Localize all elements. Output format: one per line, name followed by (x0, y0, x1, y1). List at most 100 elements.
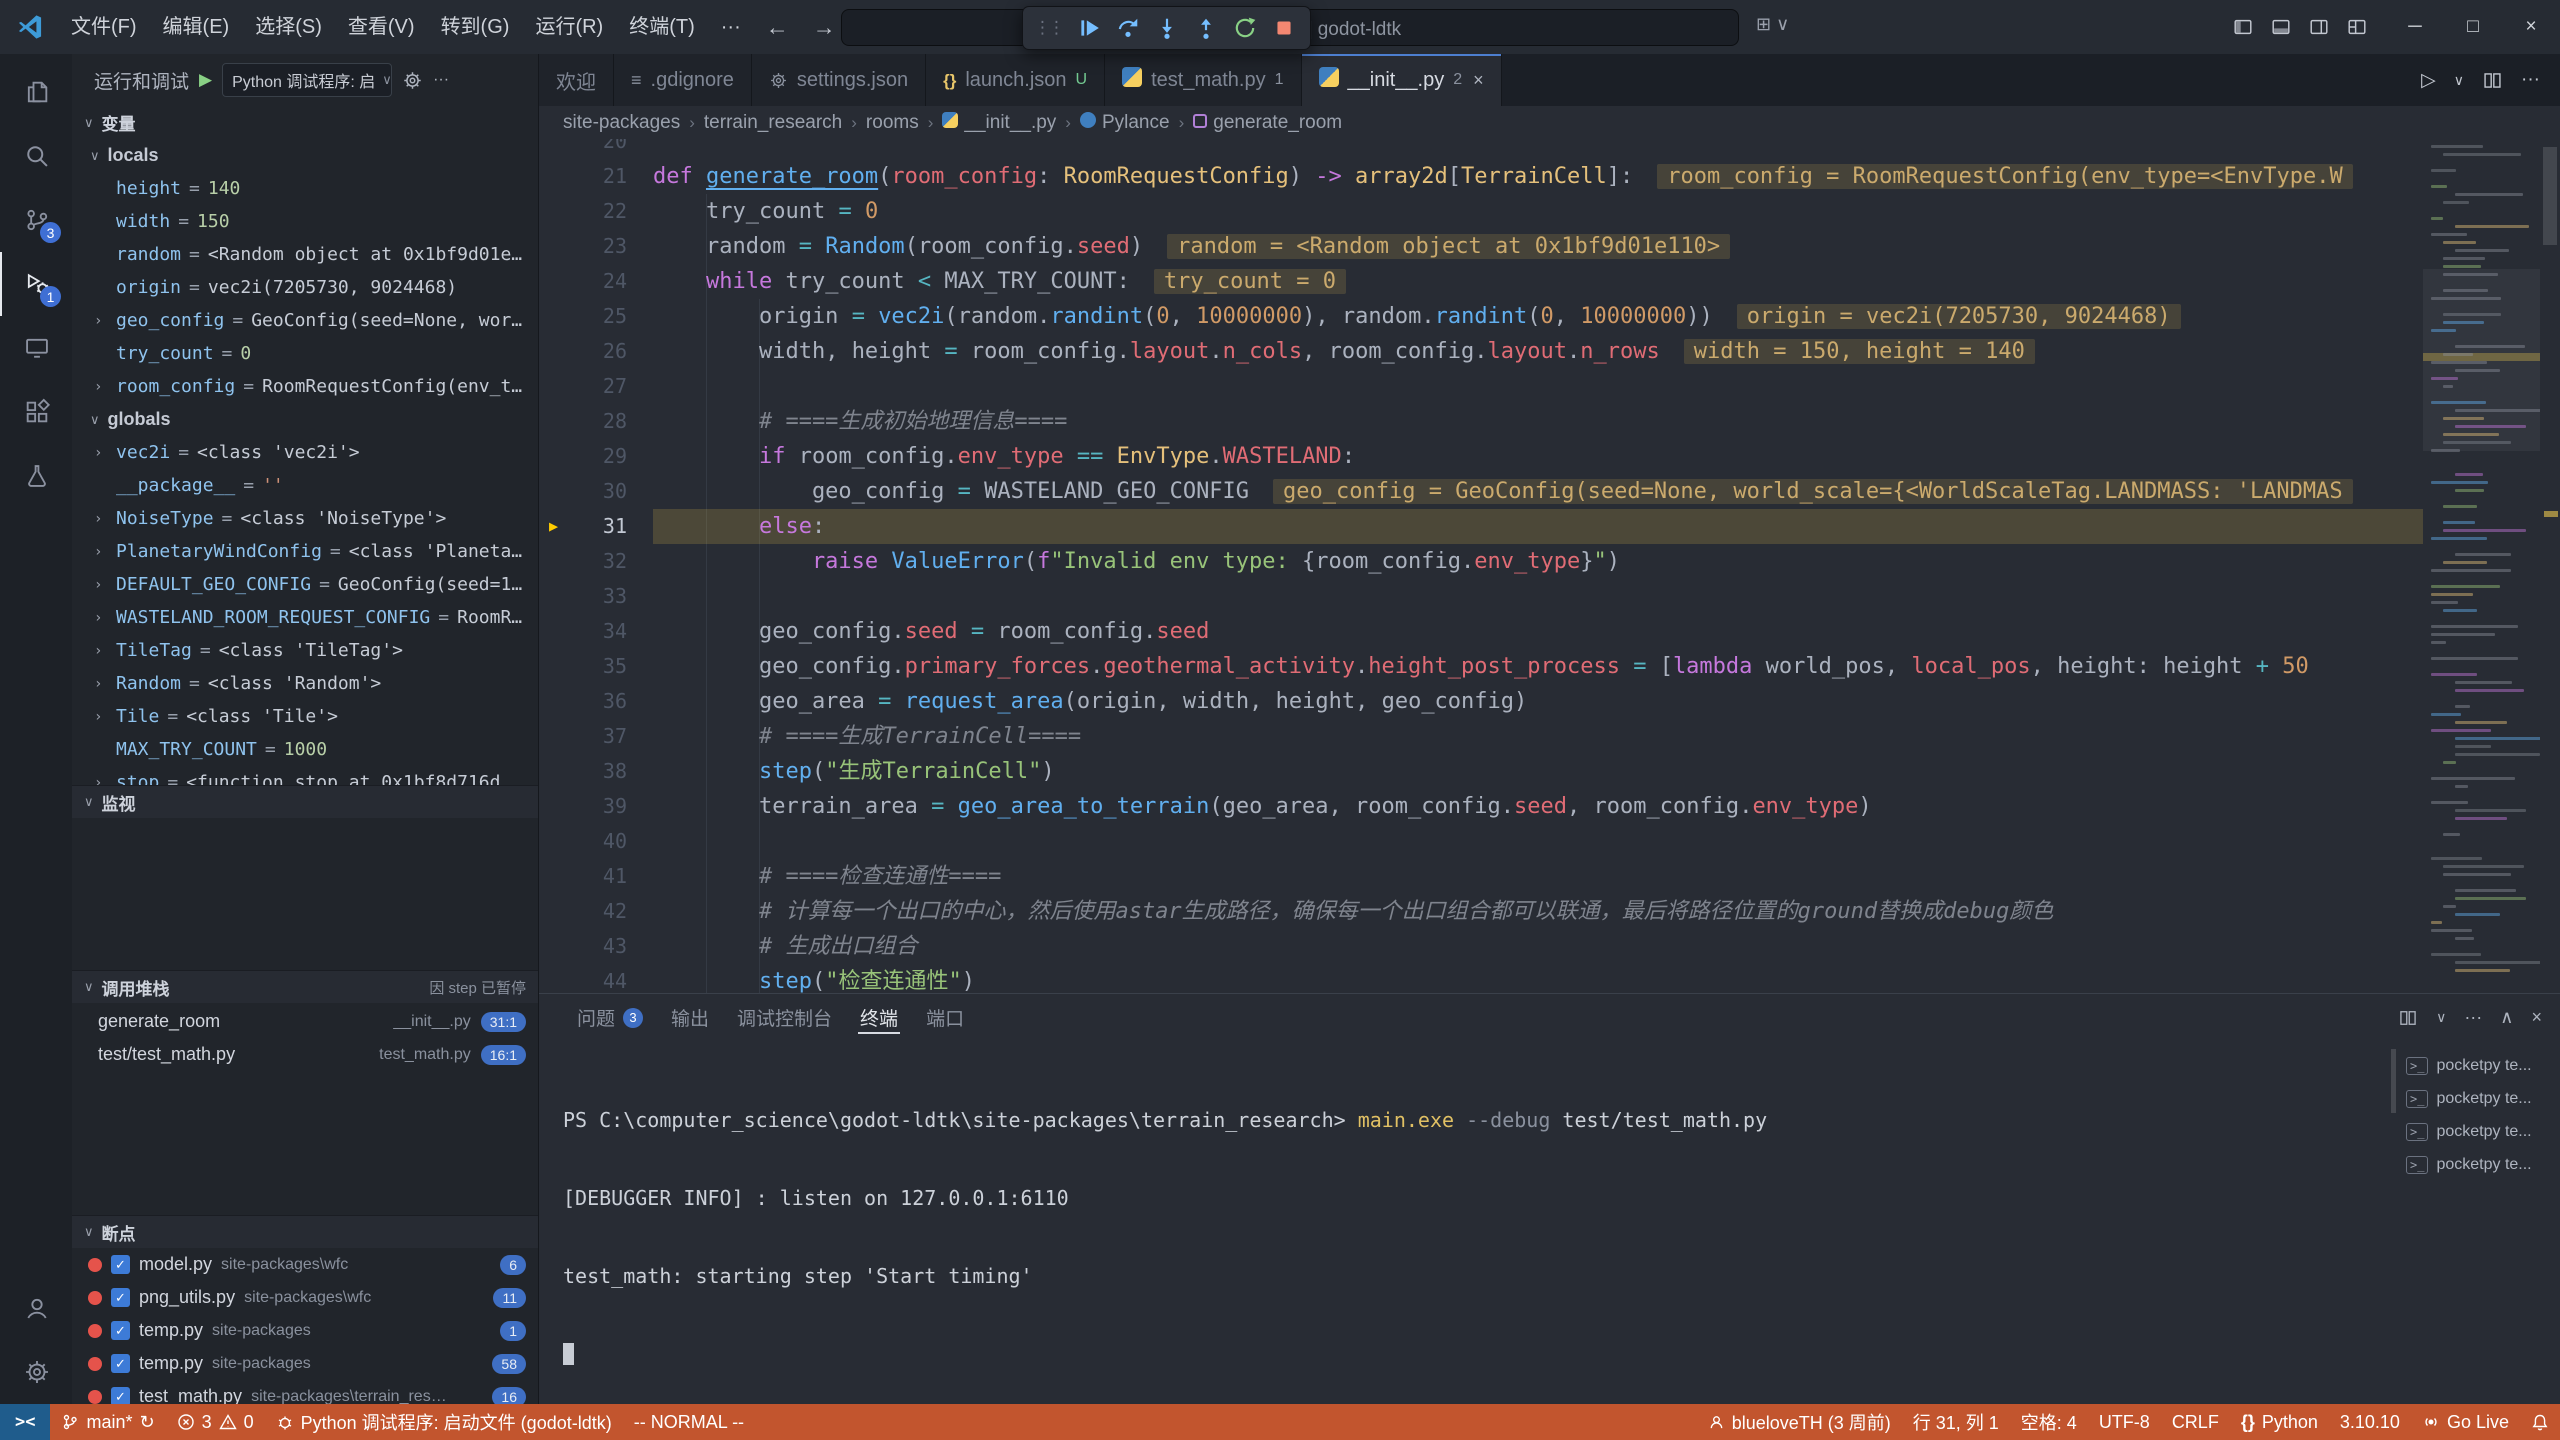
terminal[interactable]: PS C:\computer_science\godot-ldtk\site-p… (539, 1041, 2388, 1404)
breakpoint-row[interactable]: ✓temp.pysite-packages58 (72, 1347, 538, 1380)
section-variables[interactable]: ∨ 变量 (72, 106, 538, 139)
more-actions-icon[interactable]: ··· (433, 71, 449, 89)
step-into-button[interactable] (1149, 11, 1184, 46)
git-branch[interactable]: main* ↻ (50, 1404, 165, 1440)
testing-icon[interactable] (0, 444, 72, 508)
stack-frame[interactable]: generate_room__init__.py31:1 (72, 1005, 538, 1038)
breakpoint-row[interactable]: ✓temp.pysite-packages1 (72, 1314, 538, 1347)
watch-body[interactable] (72, 818, 538, 970)
variable-row[interactable]: ›WASTELAND_ROOM_REQUEST_CONFIG=RoomR… (72, 601, 538, 634)
customize-layout-icon[interactable] (2346, 16, 2368, 38)
toggle-sidebar-icon[interactable] (2232, 16, 2254, 38)
extensions-icon[interactable] (0, 380, 72, 444)
breadcrumb-item[interactable]: rooms (866, 112, 919, 134)
line-number[interactable]: 42 (539, 894, 653, 929)
drag-handle-icon[interactable]: ⋮⋮ (1032, 18, 1067, 38)
menu-item[interactable]: 文件(F) (58, 9, 150, 45)
breakpoint-row[interactable]: ✓test_math.pysite-packages\terrain_res…1… (72, 1380, 538, 1404)
restart-button[interactable] (1227, 11, 1262, 46)
code-line[interactable]: 28 # ====生成初始地理信息==== (539, 404, 2423, 439)
line-number[interactable]: 20 (539, 139, 653, 159)
notifications[interactable] (2520, 1404, 2560, 1440)
line-number[interactable]: 29 (539, 439, 653, 474)
line-number[interactable]: 31▶ (539, 509, 653, 544)
start-debug-icon[interactable]: ▶ (199, 70, 212, 90)
maximize-button[interactable]: □ (2444, 0, 2502, 54)
line-number[interactable]: 44 (539, 964, 653, 993)
section-call-stack[interactable]: ∨ 调用堆栈 因 step 已暂停 (72, 970, 538, 1003)
close-button[interactable]: × (2502, 0, 2560, 54)
explorer-icon[interactable] (0, 60, 72, 124)
toggle-secondary-sidebar-icon[interactable] (2308, 16, 2330, 38)
breadcrumb-item[interactable]: site-packages (563, 112, 680, 134)
terminal-tab[interactable]: >_pocketpy te... (2400, 1082, 2560, 1115)
remote-explorer-icon[interactable] (0, 316, 72, 380)
code-line[interactable]: 20 (539, 139, 2423, 159)
eol-sequence[interactable]: CRLF (2161, 1404, 2230, 1440)
toggle-panel-icon[interactable] (2270, 16, 2292, 38)
variable-row[interactable]: ›Tile=<class 'Tile'> (72, 700, 538, 733)
line-number[interactable]: 43 (539, 929, 653, 964)
more-actions-icon[interactable]: ··· (2521, 69, 2540, 91)
terminal-tab[interactable]: >_pocketpy te... (2400, 1148, 2560, 1181)
menu-item[interactable]: ··· (708, 9, 754, 45)
debug-config-dropdown[interactable]: Python 调试程序: 启 ∨ (222, 63, 392, 97)
more-actions-icon[interactable]: ··· (2464, 1007, 2482, 1028)
code-line[interactable]: 43 # 生成出口组合 (539, 929, 2423, 964)
python-version[interactable]: 3.10.10 (2329, 1404, 2411, 1440)
source-control-icon[interactable]: 3 (0, 188, 72, 252)
line-number[interactable]: 32 (539, 544, 653, 579)
indentation[interactable]: 空格: 4 (2010, 1404, 2088, 1440)
breadcrumb-item[interactable]: Pylance (1080, 112, 1170, 134)
code-line[interactable]: 26 width, height = room_config.layout.n_… (539, 334, 2423, 369)
line-number[interactable]: 34 (539, 614, 653, 649)
panel-tab-输出[interactable]: 输出 (657, 994, 723, 1041)
variable-row[interactable]: height=140 (72, 172, 538, 205)
line-number[interactable]: 38 (539, 754, 653, 789)
code-line[interactable]: 40 (539, 824, 2423, 859)
breakpoint-checkbox[interactable]: ✓ (111, 1288, 130, 1307)
variable-row[interactable]: random=<Random object at 0x1bf9d01e… (72, 238, 538, 271)
problems-status[interactable]: 3 0 (166, 1404, 265, 1440)
tab-test-math-py[interactable]: test_math.py1 (1105, 54, 1301, 106)
remote-indicator[interactable]: >< (0, 1404, 50, 1440)
git-blame[interactable]: blueloveTH (3 周前) (1697, 1404, 1902, 1440)
tab-launch-json[interactable]: {}launch.jsonU (926, 54, 1105, 106)
panel-tab-终端[interactable]: 终端 (846, 994, 912, 1041)
line-number[interactable]: 21 (539, 159, 653, 194)
line-number[interactable]: 23 (539, 229, 653, 264)
line-number[interactable]: 25 (539, 299, 653, 334)
tab-welcome[interactable]: 欢迎 (539, 54, 614, 106)
code-line[interactable]: 32 raise ValueError(f"Invalid env type: … (539, 544, 2423, 579)
terminal-tab[interactable]: >_pocketpy te... (2400, 1115, 2560, 1148)
tab-gdignore[interactable]: ≡.gdignore (614, 54, 752, 106)
step-out-button[interactable] (1188, 11, 1223, 46)
settings-gear-icon[interactable] (0, 1340, 72, 1404)
code-line[interactable]: 27 (539, 369, 2423, 404)
code-line[interactable]: 22 try_count = 0 (539, 194, 2423, 229)
variable-row[interactable]: width=150 (72, 205, 538, 238)
editor-scrollbar[interactable] (2540, 139, 2560, 993)
section-watch[interactable]: ∨ 监视 (72, 785, 538, 818)
breakpoint-row[interactable]: ✓png_utils.pysite-packages\wfc11 (72, 1281, 538, 1314)
code-line[interactable]: 33 (539, 579, 2423, 614)
minimize-button[interactable]: ─ (2386, 0, 2444, 54)
code-line[interactable]: 25 origin = vec2i(random.randint(0, 1000… (539, 299, 2423, 334)
code-line[interactable]: 23 random = Random(room_config.seed)rand… (539, 229, 2423, 264)
run-python-file-icon[interactable]: ▷ (2421, 69, 2436, 92)
code-line[interactable]: 31▶ else: (539, 509, 2423, 544)
terminal-tab[interactable]: >_pocketpy te... (2400, 1049, 2560, 1082)
panel-tab-问题[interactable]: 问题3 (563, 994, 657, 1041)
code-line[interactable]: 38 step("生成TerrainCell") (539, 754, 2423, 789)
line-number[interactable]: 30 (539, 474, 653, 509)
line-number[interactable]: 39 (539, 789, 653, 824)
variable-row[interactable]: __package__='' (72, 469, 538, 502)
code-line[interactable]: 44 step("检查连通性") (539, 964, 2423, 993)
variable-row[interactable]: ›NoiseType=<class 'NoiseType'> (72, 502, 538, 535)
tab-settings-json[interactable]: settings.json (752, 54, 926, 106)
cursor-position[interactable]: 行 31, 列 1 (1902, 1404, 2010, 1440)
code-line[interactable]: 36 geo_area = request_area(origin, width… (539, 684, 2423, 719)
line-number[interactable]: 28 (539, 404, 653, 439)
panel-tab-端口[interactable]: 端口 (912, 994, 978, 1041)
back-arrow-icon[interactable]: ← (754, 14, 801, 41)
